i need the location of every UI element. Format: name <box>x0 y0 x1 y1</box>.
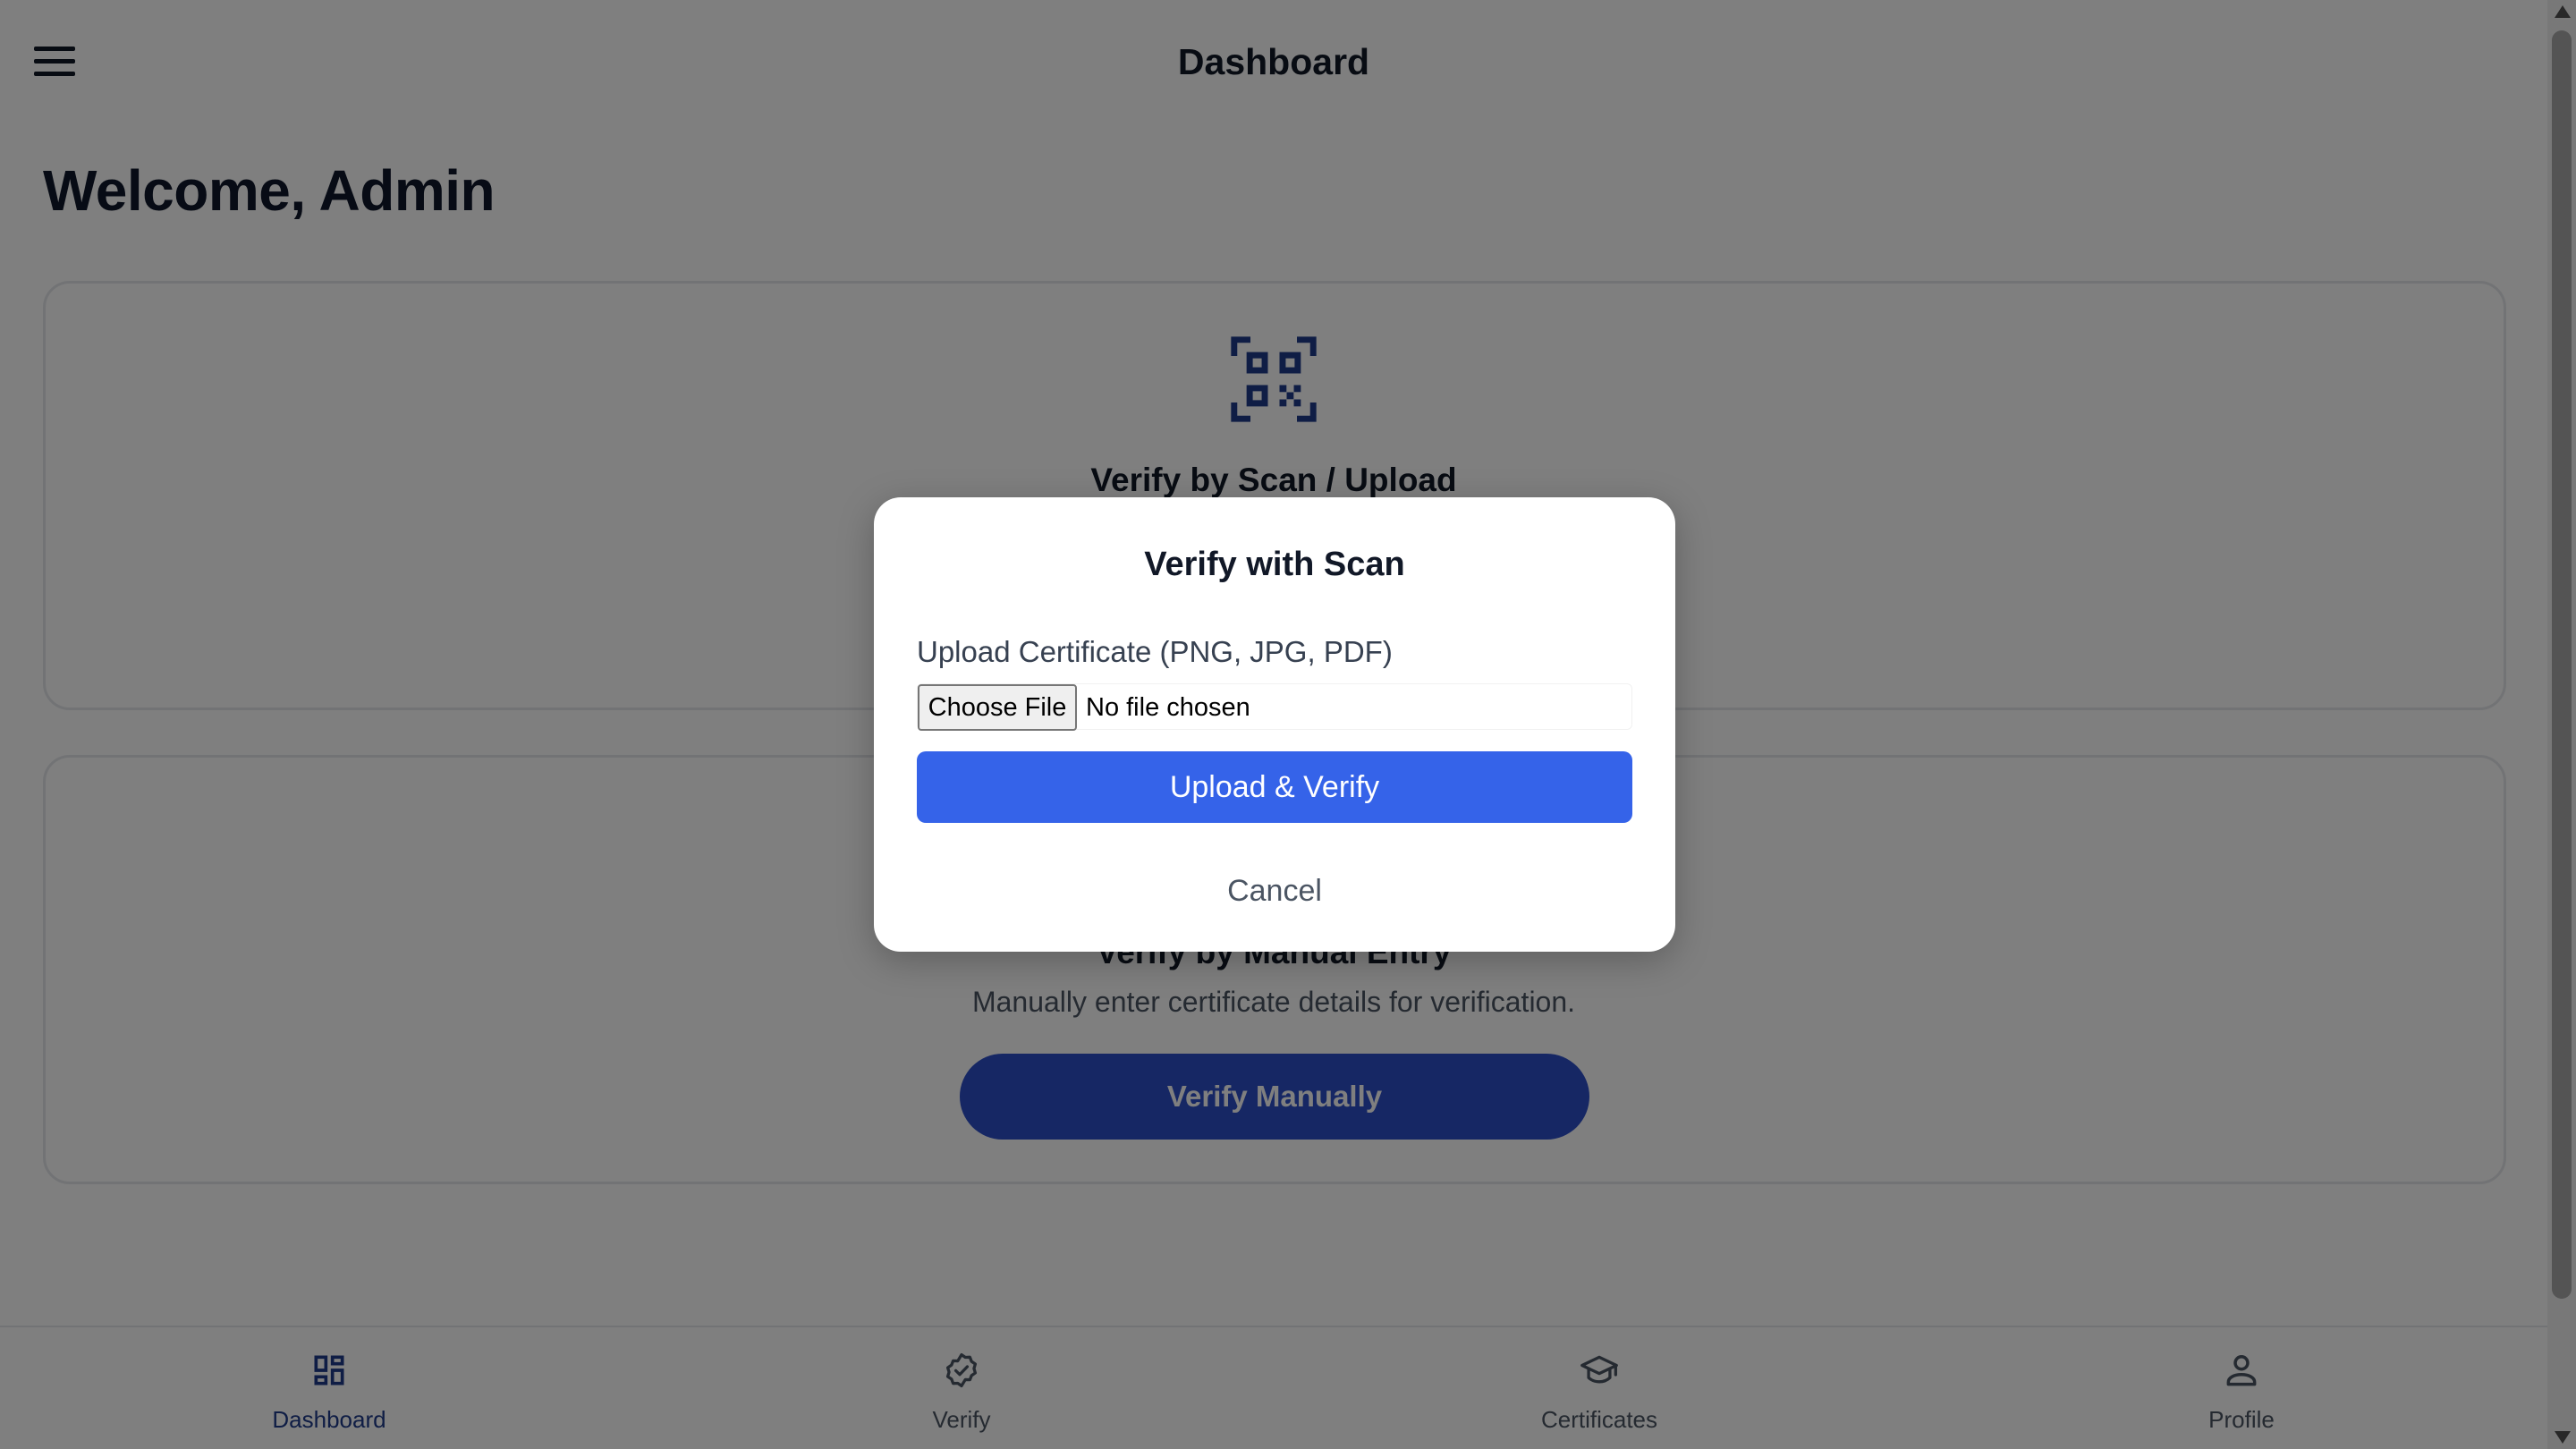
choose-file-button[interactable]: Choose File <box>918 684 1077 731</box>
file-input[interactable]: Choose File No file chosen <box>917 683 1632 731</box>
modal-title: Verify with Scan <box>1144 546 1405 583</box>
cancel-button[interactable]: Cancel <box>1185 864 1364 918</box>
verify-scan-modal: Verify with Scan Upload Certificate (PNG… <box>874 497 1675 952</box>
upload-label: Upload Certificate (PNG, JPG, PDF) <box>917 635 1393 668</box>
upload-verify-button[interactable]: Upload & Verify <box>917 751 1632 823</box>
file-status: No file chosen <box>1086 693 1250 722</box>
